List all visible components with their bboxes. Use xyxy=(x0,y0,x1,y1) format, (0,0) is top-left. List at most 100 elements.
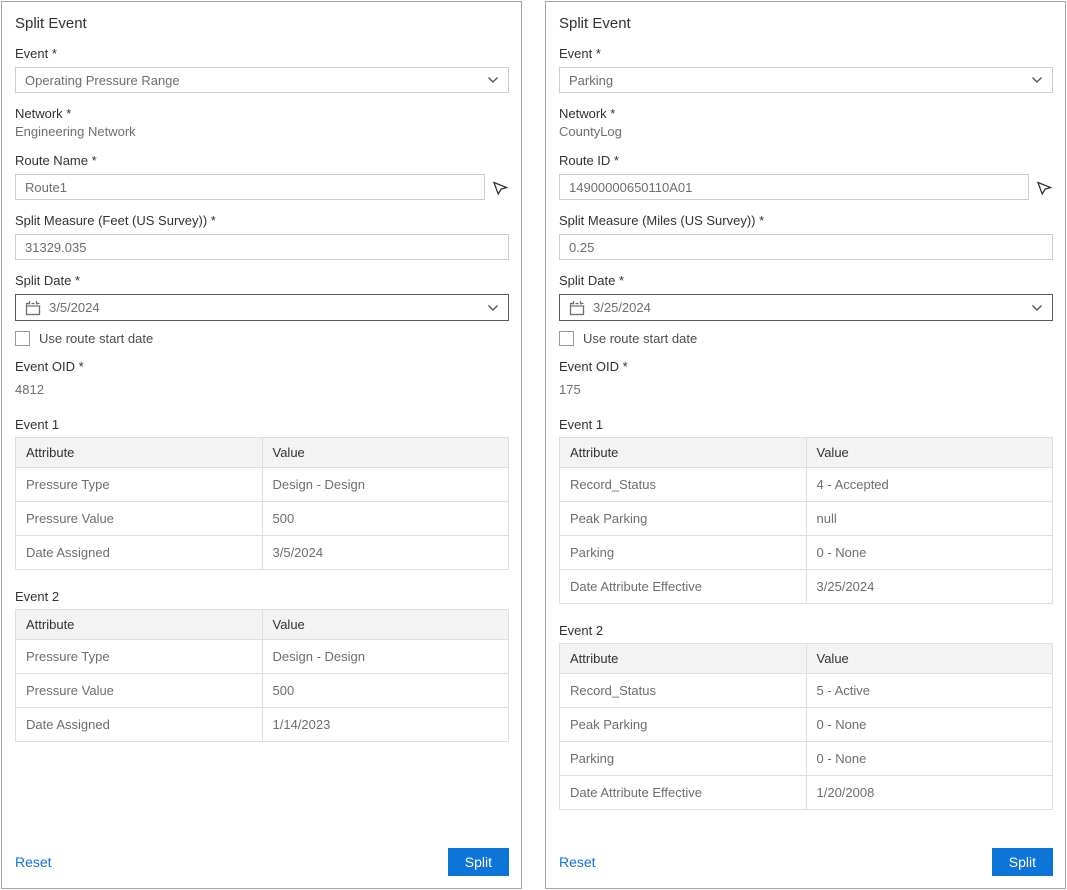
attribute-cell: Peak Parking xyxy=(560,502,807,536)
table-row: Pressure Type Design - Design xyxy=(16,468,509,502)
attribute-cell: Date Assigned xyxy=(16,708,263,742)
split-measure-label: Split Measure (Feet (US Survey)) * xyxy=(15,213,509,228)
value-cell: 0 - None xyxy=(806,742,1053,776)
event-oid-value: 175 xyxy=(559,382,1053,398)
value-cell: 0 - None xyxy=(806,536,1053,570)
value-cell: 1/20/2008 xyxy=(806,776,1053,810)
attribute-cell: Date Assigned xyxy=(16,536,263,570)
table-row: Pressure Value 500 xyxy=(16,502,509,536)
table-row: Date Assigned 1/14/2023 xyxy=(16,708,509,742)
table-row: Peak Parking 0 - None xyxy=(560,708,1053,742)
event2-table: Attribute Value Pressure Type Design - D… xyxy=(15,609,509,742)
event-oid-label: Event OID * xyxy=(15,359,509,374)
checkbox-label: Use route start date xyxy=(583,331,697,346)
network-value: Engineering Network xyxy=(15,124,509,140)
event-label: Event * xyxy=(559,46,1053,61)
page-title: Split Event xyxy=(15,15,509,33)
use-route-start-date-checkbox[interactable] xyxy=(15,331,30,346)
attribute-cell: Pressure Value xyxy=(16,674,263,708)
table-row: Parking 0 - None xyxy=(560,742,1053,776)
table-row: Pressure Value 500 xyxy=(16,674,509,708)
column-header-attribute: Attribute xyxy=(560,644,807,674)
reset-button[interactable]: Reset xyxy=(15,854,52,870)
split-date-value: 3/25/2024 xyxy=(593,300,1031,315)
chevron-down-icon xyxy=(1031,76,1043,84)
value-cell: 3/25/2024 xyxy=(806,570,1053,604)
column-header-attribute: Attribute xyxy=(16,610,263,640)
split-measure-input[interactable] xyxy=(559,234,1053,260)
attribute-cell: Record_Status xyxy=(560,674,807,708)
use-route-start-date-checkbox[interactable] xyxy=(559,331,574,346)
table-row: Date Assigned 3/5/2024 xyxy=(16,536,509,570)
column-header-attribute: Attribute xyxy=(560,438,807,468)
event2-table: Attribute Value Record_Status 5 - Active… xyxy=(559,643,1053,810)
split-event-panel-left: Split Event Event * Operating Pressure R… xyxy=(1,1,522,889)
table-row: Date Attribute Effective 3/25/2024 xyxy=(560,570,1053,604)
event-label: Event * xyxy=(15,46,509,61)
attribute-cell: Peak Parking xyxy=(560,708,807,742)
attribute-cell: Date Attribute Effective xyxy=(560,776,807,810)
event1-table: Attribute Value Record_Status 4 - Accept… xyxy=(559,437,1053,604)
split-date-label: Split Date * xyxy=(559,273,1053,288)
column-header-value: Value xyxy=(806,438,1053,468)
table-row: Parking 0 - None xyxy=(560,536,1053,570)
attribute-cell: Parking xyxy=(560,536,807,570)
attribute-cell: Pressure Value xyxy=(16,502,263,536)
checkbox-label: Use route start date xyxy=(39,331,153,346)
route-input[interactable] xyxy=(559,174,1029,200)
table-row: Pressure Type Design - Design xyxy=(16,640,509,674)
attribute-cell: Pressure Type xyxy=(16,640,263,674)
split-date-picker[interactable]: 3/25/2024 xyxy=(559,294,1053,321)
attribute-cell: Record_Status xyxy=(560,468,807,502)
value-cell: 500 xyxy=(262,674,509,708)
event-select-value: Operating Pressure Range xyxy=(25,73,180,88)
pick-route-arrow-icon[interactable] xyxy=(492,179,509,196)
value-cell: Design - Design xyxy=(262,640,509,674)
event-oid-label: Event OID * xyxy=(559,359,1053,374)
event1-heading: Event 1 xyxy=(15,417,509,432)
route-input[interactable] xyxy=(15,174,485,200)
split-button[interactable]: Split xyxy=(448,848,509,876)
attribute-cell: Parking xyxy=(560,742,807,776)
event1-heading: Event 1 xyxy=(559,417,1053,432)
page-title: Split Event xyxy=(559,15,1053,33)
use-route-start-date-row: Use route start date xyxy=(15,331,509,346)
event1-table: Attribute Value Pressure Type Design - D… xyxy=(15,437,509,570)
split-button[interactable]: Split xyxy=(992,848,1053,876)
value-cell: Design - Design xyxy=(262,468,509,502)
network-label: Network * xyxy=(559,106,1053,121)
value-cell: 500 xyxy=(262,502,509,536)
event2-heading: Event 2 xyxy=(559,623,1053,638)
column-header-value: Value xyxy=(262,438,509,468)
split-event-panel-right: Split Event Event * Parking Network * Co… xyxy=(545,1,1066,889)
pick-route-arrow-icon[interactable] xyxy=(1036,179,1053,196)
value-cell: 5 - Active xyxy=(806,674,1053,708)
chevron-down-icon xyxy=(1031,304,1043,312)
event-select[interactable]: Parking xyxy=(559,67,1053,93)
event2-heading: Event 2 xyxy=(15,589,509,604)
split-measure-input[interactable] xyxy=(15,234,509,260)
network-label: Network * xyxy=(15,106,509,121)
column-header-value: Value xyxy=(806,644,1053,674)
column-header-value: Value xyxy=(262,610,509,640)
attribute-cell: Pressure Type xyxy=(16,468,263,502)
event-select[interactable]: Operating Pressure Range xyxy=(15,67,509,93)
event-oid-value: 4812 xyxy=(15,382,509,398)
table-row: Peak Parking null xyxy=(560,502,1053,536)
value-cell: 3/5/2024 xyxy=(262,536,509,570)
split-date-picker[interactable]: 3/5/2024 xyxy=(15,294,509,321)
route-label: Route ID * xyxy=(559,153,1053,168)
value-cell: null xyxy=(806,502,1053,536)
attribute-cell: Date Attribute Effective xyxy=(560,570,807,604)
value-cell: 1/14/2023 xyxy=(262,708,509,742)
reset-button[interactable]: Reset xyxy=(559,854,596,870)
table-row: Date Attribute Effective 1/20/2008 xyxy=(560,776,1053,810)
column-header-attribute: Attribute xyxy=(16,438,263,468)
value-cell: 4 - Accepted xyxy=(806,468,1053,502)
split-measure-label: Split Measure (Miles (US Survey)) * xyxy=(559,213,1053,228)
calendar-icon xyxy=(25,300,41,316)
use-route-start-date-row: Use route start date xyxy=(559,331,1053,346)
value-cell: 0 - None xyxy=(806,708,1053,742)
network-value: CountyLog xyxy=(559,124,1053,140)
split-date-value: 3/5/2024 xyxy=(49,300,487,315)
